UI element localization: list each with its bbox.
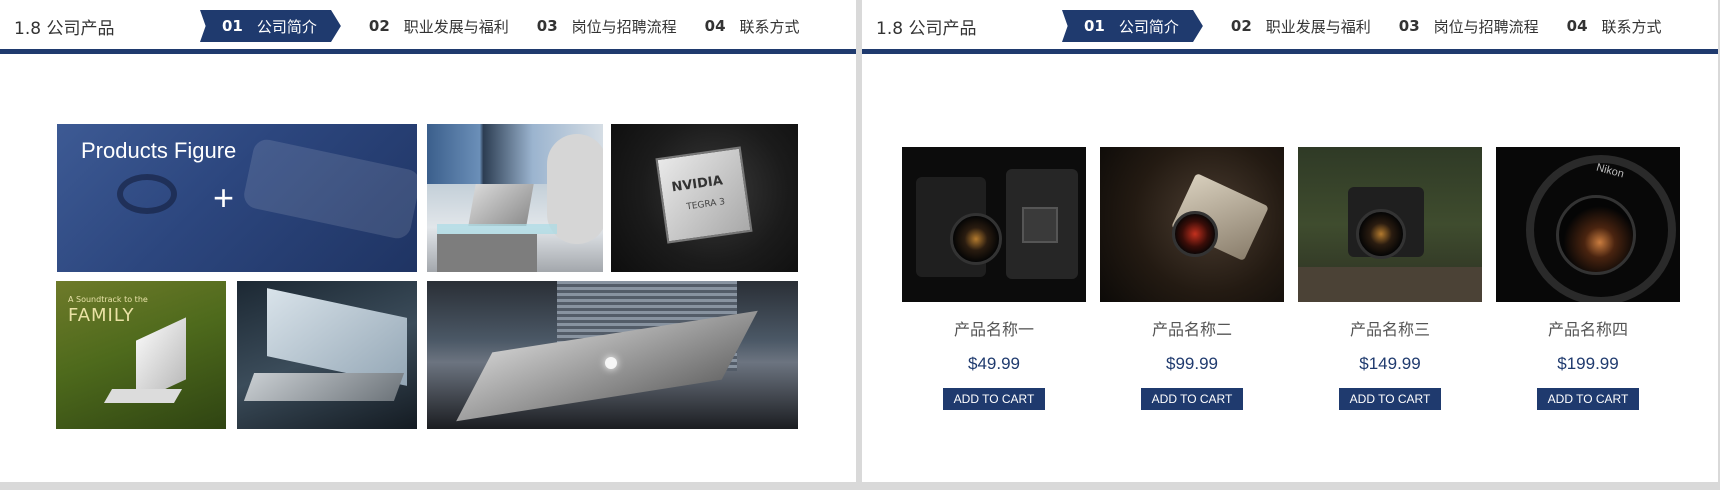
featured-products-tile[interactable]: Products Figure +	[57, 124, 417, 272]
product-card: Nikon 产品名称四 $199.99 ADD TO CART	[1496, 147, 1680, 410]
stump-shape	[1298, 267, 1482, 302]
product-price: $99.99	[1166, 354, 1218, 373]
product-image-outdoor-camera	[1298, 147, 1482, 302]
keyboard-shape	[103, 389, 183, 403]
section-nav: 01 公司简介 02 职业发展与福利 03 岗位与招聘流程 04 联系方式	[200, 10, 828, 42]
slide-company-products-collage: 1.8 公司产品 01 公司简介 02 职业发展与福利 03 岗位与招聘流程 0…	[0, 0, 856, 482]
nav-label: 联系方式	[739, 17, 800, 36]
laptop-closeup-image	[237, 281, 417, 429]
product-image-camera-pair	[902, 147, 1086, 302]
nav-number: 04	[1566, 17, 1588, 35]
add-to-cart-button[interactable]: ADD TO CART	[1141, 388, 1243, 410]
nav-tab-contact[interactable]: 04 联系方式	[1567, 10, 1662, 42]
product-card: 产品名称二 $99.99 ADD TO CART	[1100, 147, 1284, 410]
slide-header: 1.8 公司产品 01 公司简介 02 职业发展与福利 03 岗位与招聘流程 0…	[0, 0, 856, 54]
laptop-base-shape	[243, 373, 405, 401]
nav-label: 职业发展与福利	[1265, 17, 1371, 36]
nav-label: 岗位与招聘流程	[1433, 17, 1539, 36]
nav-label: 职业发展与福利	[403, 17, 509, 36]
product-card: 产品名称三 $149.99 ADD TO CART	[1298, 147, 1482, 410]
laptop-shape	[468, 184, 534, 226]
product-card: 产品名称一 $49.99 ADD TO CART	[902, 147, 1086, 410]
featured-caption: Products Figure	[81, 138, 237, 163]
camera-lens-shape	[950, 213, 1002, 265]
glass-table-shape	[437, 224, 557, 234]
add-to-cart-button[interactable]: ADD TO CART	[1339, 388, 1441, 410]
camera-lens-shape	[1172, 211, 1218, 257]
nav-tab-career[interactable]: 02 职业发展与福利	[1231, 10, 1371, 42]
product-name: 产品名称四	[1547, 320, 1628, 339]
product-price: $49.99	[968, 354, 1020, 373]
plus-icon: +	[213, 177, 235, 218]
nav-tab-company-intro[interactable]: 01 公司简介	[200, 10, 341, 42]
nav-number: 03	[1398, 17, 1420, 35]
nav-number: 02	[368, 17, 390, 35]
product-name: 产品名称二	[1151, 320, 1232, 339]
nvidia-chip-image: NVIDIA TEGRA 3	[611, 124, 798, 272]
chip-model: TEGRA 3	[685, 197, 726, 213]
grass-small-text: A Soundtrack to the	[68, 295, 148, 304]
laptop-screen-shape	[267, 288, 407, 386]
product-price: $149.99	[1359, 354, 1421, 373]
slide-product-listing: 1.8 公司产品 01 公司简介 02 职业发展与福利 03 岗位与招聘流程 0…	[862, 0, 1718, 482]
laptop-on-glass-table-image	[427, 124, 603, 272]
nav-label: 联系方式	[1601, 17, 1662, 36]
phone-silhouette	[241, 137, 417, 241]
chip-brand: NVIDIA	[670, 173, 724, 196]
nav-number: 03	[536, 17, 558, 35]
lens-cap-silhouette	[117, 174, 177, 214]
nav-tab-recruitment[interactable]: 03 岗位与招聘流程	[1399, 10, 1539, 42]
page-title: 1.8 公司产品	[14, 19, 115, 39]
nav-tab-company-intro[interactable]: 01 公司简介	[1062, 10, 1203, 42]
table-base-shape	[437, 234, 537, 272]
camera-lens-shape	[1556, 195, 1636, 275]
product-image-film-camera	[1100, 147, 1284, 302]
header-divider	[862, 49, 1718, 54]
nav-tab-recruitment[interactable]: 03 岗位与招聘流程	[537, 10, 677, 42]
nav-label: 公司简介	[256, 17, 317, 36]
nav-number: 04	[704, 17, 726, 35]
add-to-cart-button[interactable]: ADD TO CART	[943, 388, 1045, 410]
grass-big-text: FAMILY	[68, 305, 135, 326]
nav-number: 01	[1084, 17, 1105, 35]
nav-label: 公司简介	[1118, 17, 1179, 36]
product-price: $199.99	[1557, 354, 1619, 373]
page-title: 1.8 公司产品	[876, 19, 977, 39]
camera-lens-shape	[1356, 209, 1406, 259]
product-name: 产品名称三	[1349, 320, 1430, 339]
nav-label: 岗位与招聘流程	[571, 17, 677, 36]
nav-number: 02	[1230, 17, 1252, 35]
camera-screen-shape	[1022, 207, 1058, 243]
apple-logo-icon	[605, 357, 617, 369]
product-image-lens-closeup: Nikon	[1496, 147, 1680, 302]
nav-tab-career[interactable]: 02 职业发展与福利	[369, 10, 509, 42]
laptop-by-window-image	[427, 281, 798, 429]
chip-shape: NVIDIA TEGRA 3	[655, 146, 753, 244]
laptop-on-grass-image: A Soundtrack to the FAMILY	[56, 281, 226, 429]
nav-number: 01	[222, 17, 243, 35]
product-name: 产品名称一	[953, 320, 1034, 339]
header-divider	[0, 49, 856, 54]
nav-tab-contact[interactable]: 04 联系方式	[705, 10, 800, 42]
section-nav: 01 公司简介 02 职业发展与福利 03 岗位与招聘流程 04 联系方式	[1062, 10, 1690, 42]
slide-header: 1.8 公司产品 01 公司简介 02 职业发展与福利 03 岗位与招聘流程 0…	[862, 0, 1718, 54]
add-to-cart-button[interactable]: ADD TO CART	[1537, 388, 1639, 410]
